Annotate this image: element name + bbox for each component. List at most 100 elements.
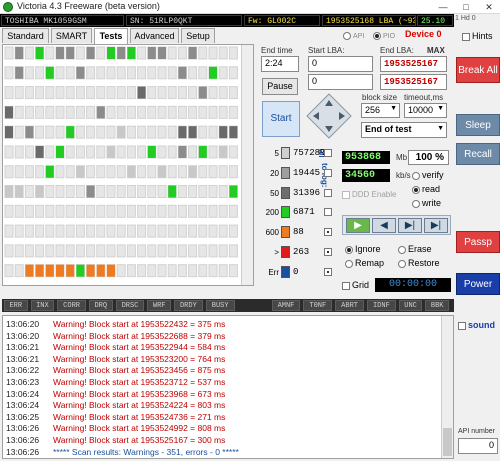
- end-mode-select[interactable]: End of test ▼: [361, 122, 447, 138]
- grid-scrollbar[interactable]: [241, 45, 253, 285]
- grid-cell: [177, 46, 187, 60]
- sleep-button[interactable]: Sleep: [456, 114, 500, 136]
- recall-button[interactable]: Recall: [456, 143, 500, 165]
- log-entry: 13:06:24 Warning! Block start at 19535239…: [6, 389, 225, 400]
- count-threshold: 200: [265, 208, 279, 218]
- current-lba-field: 0: [308, 74, 373, 90]
- log-checkbox[interactable]: [324, 267, 332, 276]
- block-cell: [25, 264, 34, 277]
- end-lba-label: End LBA:: [380, 46, 414, 55]
- end-mode-value: End of test: [365, 124, 412, 134]
- block-cell: [35, 185, 44, 198]
- block-size-select[interactable]: 256 ▼: [361, 103, 400, 118]
- log-checkbox[interactable]: [324, 248, 332, 256]
- tab-tests[interactable]: Tests: [94, 28, 128, 44]
- block-cell: [5, 106, 13, 119]
- elapsed-timer: 00:00:00: [375, 278, 451, 292]
- log-time: 13:06:20: [6, 330, 40, 341]
- mode-api-label: API: [353, 32, 365, 40]
- max-label[interactable]: MAX: [427, 46, 445, 55]
- maximize-button[interactable]: □: [455, 0, 477, 14]
- count-color-swatch: [281, 206, 290, 219]
- block-cell: [86, 185, 95, 198]
- end-time-input[interactable]: 2:24: [261, 56, 299, 72]
- radio-icon: [345, 259, 353, 268]
- grid-cell: [96, 145, 106, 159]
- repair-remap[interactable]: Remap: [345, 258, 384, 268]
- log-entry: 13:06:21 Warning! Block start at 19535229…: [6, 342, 225, 353]
- tab-setup[interactable]: Setup: [181, 28, 215, 43]
- count-value: 19445: [293, 167, 321, 178]
- back-icon[interactable]: ◀: [372, 218, 396, 233]
- start-lba-input[interactable]: 0: [308, 56, 373, 72]
- grid-cell: [14, 86, 24, 100]
- log-checkbox[interactable]: [324, 188, 332, 197]
- ddd-enable-label: DDD Enable: [352, 190, 397, 199]
- read-value-display: 953868: [342, 151, 390, 164]
- minimize-button[interactable]: —: [432, 0, 454, 14]
- grid-cell: [188, 204, 198, 218]
- mode-api[interactable]: API: [343, 32, 364, 40]
- grid-cell: [147, 105, 157, 119]
- grid-cell: [35, 224, 45, 238]
- hints-checkbox[interactable]: Hints: [462, 31, 493, 41]
- tab-standard[interactable]: Standard: [2, 28, 49, 43]
- grid-cell: [137, 145, 147, 159]
- count-row: 5 7572896: [258, 147, 336, 161]
- start-button[interactable]: Start: [262, 101, 300, 137]
- grid-cell: [55, 185, 65, 199]
- passp-button[interactable]: Passp: [456, 231, 500, 253]
- repair-erase[interactable]: Erase: [398, 244, 432, 254]
- grid-cell: [24, 185, 34, 199]
- grid-cell: [86, 86, 96, 100]
- tab-advanced[interactable]: Advanced: [130, 28, 179, 43]
- log-scroll-thumb[interactable]: [443, 428, 452, 456]
- direction-pad-icon[interactable]: [305, 92, 353, 140]
- log-checkbox[interactable]: [324, 168, 332, 177]
- play-icon[interactable]: ▶: [346, 218, 370, 233]
- grid-cell: [177, 264, 187, 278]
- grid-cell: [167, 125, 177, 139]
- pause-button[interactable]: Pause: [262, 78, 298, 95]
- action-write[interactable]: write: [412, 198, 441, 208]
- break-all-button[interactable]: Break All: [456, 57, 500, 83]
- grid-cell: [24, 204, 34, 218]
- repair-ignore[interactable]: Ignore: [345, 244, 381, 254]
- log-checkbox[interactable]: [324, 228, 332, 237]
- sound-checkbox[interactable]: sound: [458, 320, 495, 330]
- grid-cell: [96, 46, 106, 60]
- action-verify[interactable]: verify: [412, 170, 444, 180]
- log-message: Warning! Block start at 1953524224 = 803…: [53, 400, 226, 411]
- block-cell: [117, 47, 126, 59]
- log-entry: 13:06:26 ***** Scan results: Warnings - 3…: [6, 447, 239, 458]
- log-checkbox[interactable]: [324, 208, 332, 217]
- block-cell: [107, 145, 115, 158]
- action-read[interactable]: read: [412, 184, 440, 194]
- step-forward-icon[interactable]: ▶|: [398, 218, 422, 233]
- action-write-label: write: [422, 198, 442, 208]
- mode-pio[interactable]: PIO: [373, 32, 395, 40]
- log-checkbox[interactable]: [324, 149, 332, 157]
- grid-cell: [126, 66, 136, 80]
- grid-cell: [4, 264, 14, 278]
- grid-cell: [208, 145, 218, 159]
- repair-restore[interactable]: Restore: [398, 258, 440, 268]
- grid-cell: [177, 224, 187, 238]
- power-button[interactable]: Power: [456, 273, 500, 295]
- grid-checkbox[interactable]: Grid: [342, 280, 369, 290]
- log-time: 13:06:26: [6, 446, 40, 457]
- end-lba-input[interactable]: 1953525167: [380, 56, 447, 72]
- tab-smart[interactable]: SMART: [51, 28, 92, 43]
- timeout-select[interactable]: 10000 ▼: [404, 103, 447, 118]
- log-scrollbar[interactable]: [441, 316, 453, 458]
- grid-cell: [86, 125, 96, 139]
- close-button[interactable]: ✕: [478, 0, 500, 14]
- api-number-input[interactable]: 0: [458, 438, 498, 454]
- ddd-enable-checkbox[interactable]: DDD Enable: [342, 190, 396, 199]
- grid-cell: [228, 66, 238, 80]
- block-cell: [25, 126, 34, 139]
- end-icon[interactable]: ▶|: [424, 218, 448, 233]
- grid-cell: [45, 224, 55, 238]
- log-entry: 13:06:25 Warning! Block start at 19535247…: [6, 412, 225, 423]
- grid-cell: [65, 204, 75, 218]
